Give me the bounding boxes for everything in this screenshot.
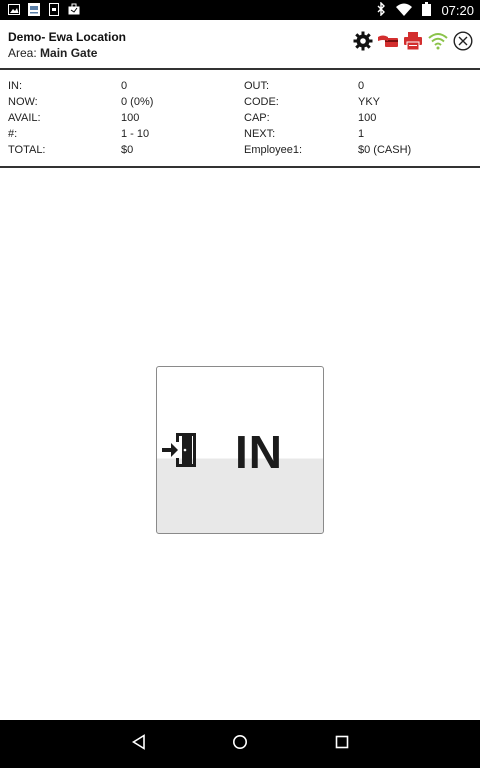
settings-button[interactable]	[352, 31, 374, 56]
in-value: 0	[121, 80, 128, 92]
briefcase-icon	[68, 3, 80, 16]
navigation-bar	[0, 720, 480, 768]
stats-panel: IN: 0 OUT: 0 NOW: 0 (0%) CODE: YKY AVAIL…	[0, 70, 480, 166]
printer-icon	[403, 31, 423, 56]
now-label: NOW:	[8, 96, 38, 108]
code-value: YKY	[358, 96, 381, 108]
recents-icon	[335, 735, 349, 754]
area-line: Area: Main Gate	[8, 46, 97, 60]
out-value: 0	[358, 80, 365, 92]
close-circle-icon	[453, 30, 473, 56]
number-range-label: #:	[8, 128, 18, 140]
stats-divider	[0, 166, 480, 168]
check-in-label: IN	[235, 426, 283, 478]
battery-icon	[422, 2, 432, 19]
card-payment-icon	[377, 32, 399, 55]
sim-icon	[48, 3, 60, 16]
avail-value: 100	[121, 112, 140, 124]
in-label: IN:	[8, 80, 23, 92]
app-header: Demo- Ewa Location Area: Main Gate	[0, 20, 480, 68]
next-label: NEXT:	[244, 128, 276, 140]
total-value: $0	[121, 144, 134, 156]
back-button[interactable]	[127, 732, 151, 756]
back-icon	[131, 733, 147, 755]
wifi-icon	[396, 3, 413, 19]
number-range-value: 1 - 10	[121, 128, 150, 140]
home-button[interactable]	[228, 732, 252, 756]
next-value: 1	[358, 128, 365, 140]
recents-button[interactable]	[330, 732, 354, 756]
employee-value: $0 (CASH)	[358, 144, 412, 156]
clock: 07:20	[441, 3, 474, 18]
cap-label: CAP:	[244, 112, 270, 124]
check-in-button[interactable]: IN	[156, 366, 324, 534]
printer-button[interactable]	[402, 31, 424, 56]
card-payment-button[interactable]	[377, 32, 399, 54]
code-label: CODE:	[244, 96, 279, 108]
cap-value: 100	[358, 112, 377, 124]
total-label: TOTAL:	[8, 144, 46, 156]
connection-status-button[interactable]	[427, 32, 449, 54]
employee-label: Employee1:	[244, 144, 303, 156]
close-button[interactable]	[452, 30, 474, 56]
now-value: 0 (0%)	[121, 96, 154, 108]
bluetooth-icon	[376, 1, 386, 19]
area-label: Area:	[8, 46, 37, 60]
badge-icon	[28, 3, 40, 16]
status-bar: 07:20	[0, 0, 480, 20]
location-name: Demo- Ewa Location	[8, 30, 127, 44]
enter-door-icon	[162, 431, 198, 474]
image-icon	[8, 3, 20, 16]
home-icon	[232, 734, 248, 755]
gear-icon	[353, 31, 373, 56]
avail-label: AVAIL:	[8, 112, 41, 124]
wifi-signal-icon	[428, 31, 448, 56]
out-label: OUT:	[244, 80, 270, 92]
area-value: Main Gate	[40, 46, 98, 60]
